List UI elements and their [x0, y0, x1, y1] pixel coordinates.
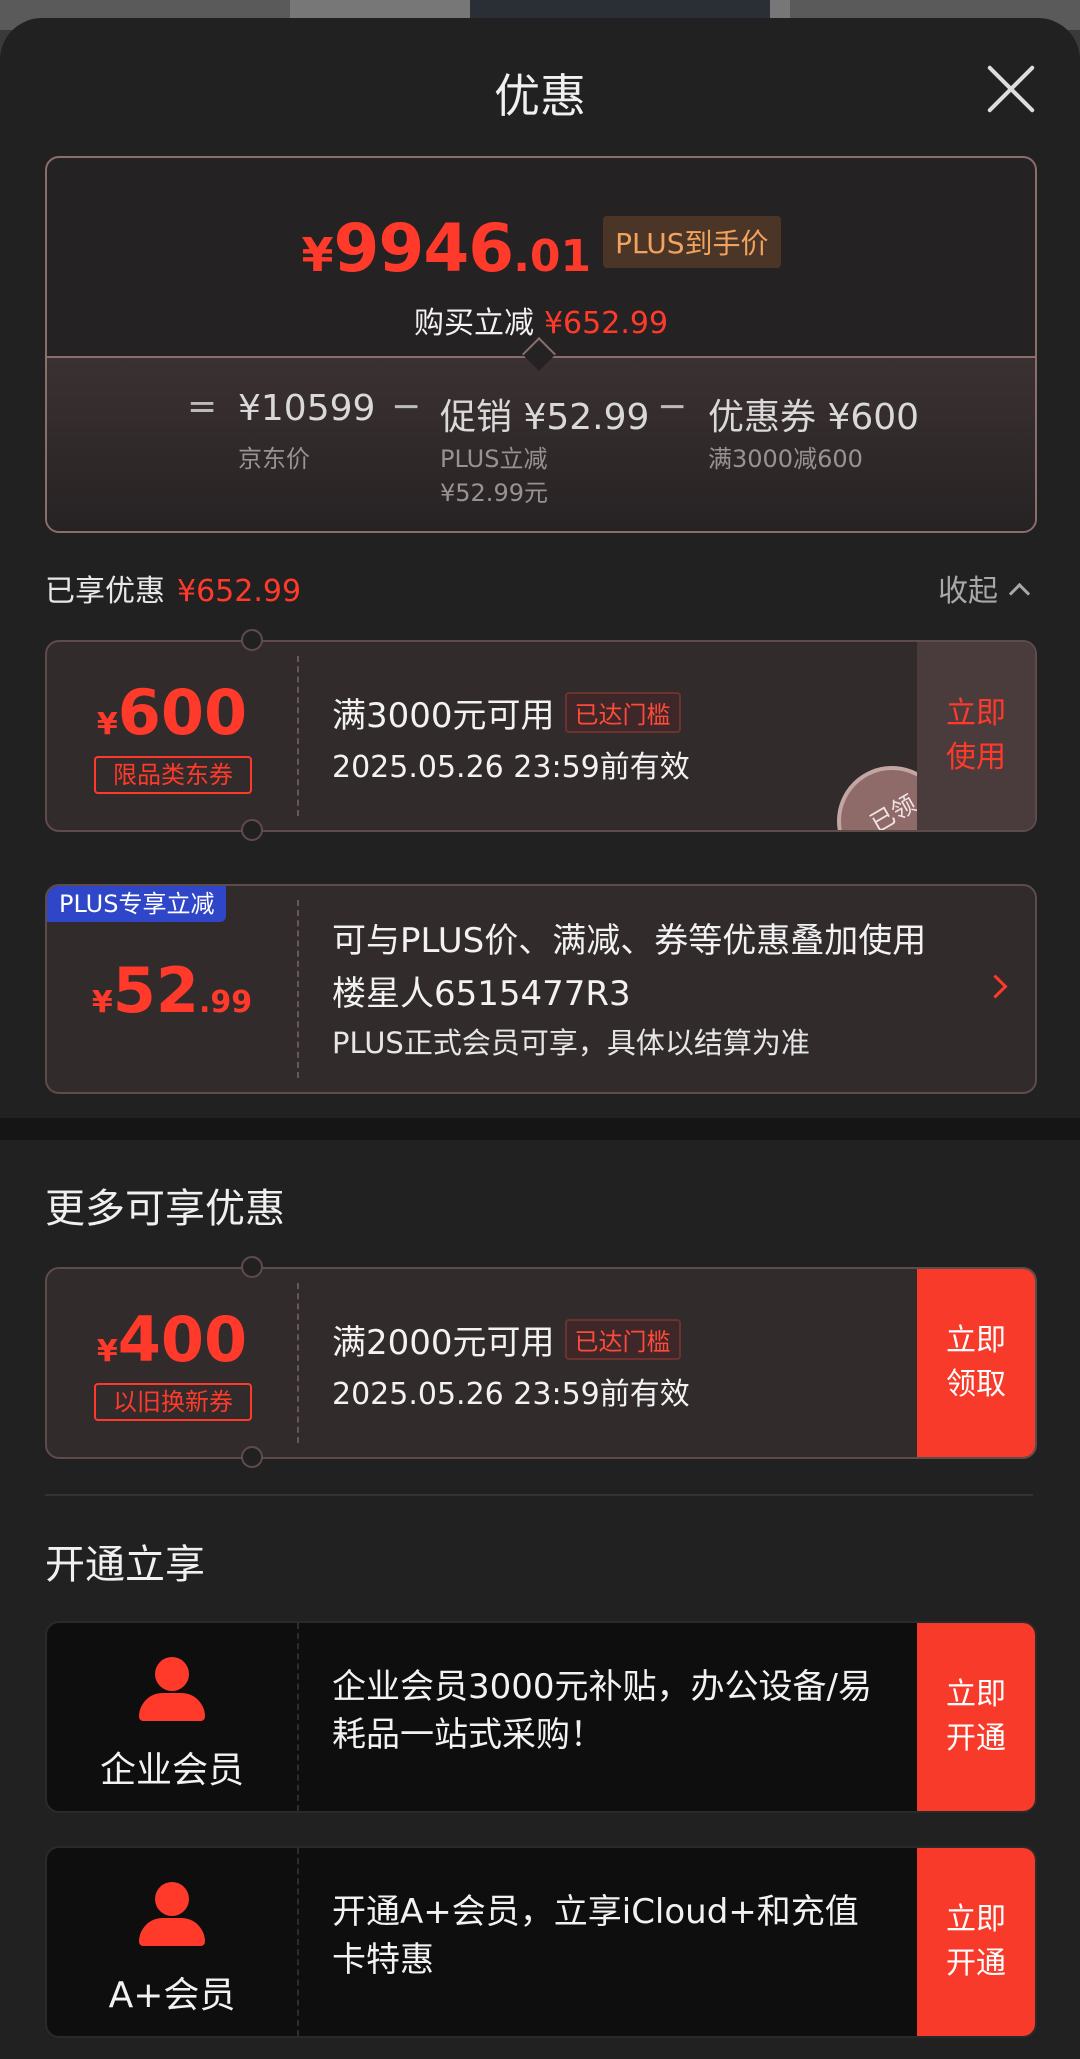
- enterprise-member-card: 企业会员 企业会员3000元补贴，办公设备/易耗品一站式采购！ 立即开通: [45, 1621, 1037, 1813]
- more-offers-heading: 更多可享优惠: [45, 1186, 285, 1232]
- collapse-label: 收起: [938, 574, 998, 609]
- membership-divider: [297, 1623, 299, 1811]
- action-line-1: 立即: [946, 1677, 1006, 1712]
- purchase-reduction: 购买立减 ¥652.99: [47, 298, 1035, 342]
- plus-exclusive-tag: PLUS专享立减: [47, 886, 227, 922]
- person-icon: [139, 1657, 205, 1721]
- coupon-condition: 满3000元可用 已达门槛: [332, 688, 681, 737]
- coupon-value: ¥600: [47, 676, 297, 749]
- coupon-card-600: ¥600 限品类东券 满3000元可用 已达门槛 2025.05.26 23:59…: [45, 640, 1037, 832]
- plus-discount-value: ¥52.99: [47, 954, 297, 1027]
- collapse-button[interactable]: 收起: [938, 566, 1031, 610]
- plus-exclusive-card[interactable]: PLUS专享立减 ¥52.99 可与PLUS价、满减、券等优惠叠加使用 楼星人6…: [45, 884, 1037, 1094]
- price-summary-card: ¥9946.01 PLUS到手价 购买立减 ¥652.99 = ¥10599 京东价…: [45, 156, 1037, 533]
- promo-sub-value: ¥52.99元: [440, 479, 548, 507]
- aplus-member-card: A+会员 开通A+会员，立享iCloud+和充值卡特惠 立即开通: [45, 1846, 1037, 2038]
- ticket-notch: [241, 1446, 263, 1468]
- use-now-button[interactable]: 立即 使用: [917, 642, 1035, 830]
- membership-description: 企业会员3000元补贴，办公设备/易耗品一站式采购！: [332, 1667, 872, 1755]
- plus-stacking-note: 可与PLUS价、满减、券等优惠叠加使用: [332, 921, 927, 961]
- reduction-label: 购买立减: [413, 306, 534, 341]
- membership-name: 企业会员: [99, 1750, 244, 1791]
- threshold-badge: 已达门槛: [564, 1319, 681, 1360]
- minus-sign-1: −: [391, 386, 422, 427]
- final-price: ¥9946.01 PLUS到手价: [47, 210, 1035, 287]
- coupon-validity: 2025.05.26 23:59前有效: [332, 1377, 690, 1412]
- coupon-type: 以旧换新券: [94, 1383, 252, 1421]
- sheet-title: 优惠: [494, 69, 586, 123]
- action-line-2: 使用: [946, 740, 1006, 775]
- price-summary-top: ¥9946.01 PLUS到手价 购买立减 ¥652.99: [47, 158, 1035, 356]
- section-divider: [0, 1118, 1080, 1140]
- action-line-1: 立即: [946, 1902, 1006, 1937]
- open-aplus-button[interactable]: 立即 开通: [917, 1848, 1035, 2036]
- product-image-partial-dark: [470, 0, 770, 18]
- coupon-validity: 2025.05.26 23:59前有效: [332, 750, 690, 785]
- promo-amount: 促销 ¥52.99: [440, 397, 650, 438]
- action-line-2: 开通: [946, 1946, 1006, 1981]
- coupon-currency: ¥: [96, 1334, 118, 1369]
- coupon-amount: 优惠券 ¥600: [708, 397, 920, 438]
- coupon-amount: 400: [117, 1303, 248, 1376]
- membership-divider: [297, 1848, 299, 2036]
- coupon-value: ¥400: [47, 1303, 297, 1376]
- close-icon[interactable]: [985, 63, 1037, 115]
- coupon-amount: 600: [117, 676, 248, 749]
- offers-sheet: 优惠 ¥9946.01 PLUS到手价 购买立减 ¥652.99 = ¥10599 …: [0, 18, 1080, 2059]
- price-integer: 9946: [333, 210, 515, 287]
- section-separator: [45, 1494, 1033, 1496]
- coupon-currency: ¥: [96, 707, 118, 742]
- plus-price-tag: PLUS到手价: [603, 216, 781, 268]
- promo-sub-label: PLUS立减: [440, 445, 548, 473]
- ticket-notch: [241, 1256, 263, 1278]
- open-membership-heading: 开通立享: [45, 1542, 205, 1588]
- open-enterprise-button[interactable]: 立即 开通: [917, 1623, 1035, 1811]
- chevron-up-icon: [1008, 582, 1031, 605]
- action-line-2: 领取: [946, 1367, 1006, 1402]
- equals-sign: =: [187, 386, 218, 427]
- price-decimal: .01: [513, 231, 592, 282]
- ticket-notch: [241, 629, 263, 651]
- claim-now-button[interactable]: 立即 领取: [917, 1269, 1035, 1457]
- membership-name: A+会员: [108, 1975, 236, 2016]
- enjoyed-label: 已享优惠: [45, 574, 165, 609]
- coupon-condition: 满2000元可用 已达门槛: [332, 1315, 681, 1364]
- membership-description: 开通A+会员，立享iCloud+和充值卡特惠: [332, 1892, 859, 1980]
- enjoyed-value: ¥652.99: [177, 574, 302, 609]
- plus-decimal: .99: [199, 985, 253, 1020]
- coupon-condition-text: 满3000元可用: [332, 696, 555, 736]
- coupon-type: 限品类东券: [94, 756, 252, 794]
- jd-price: ¥10599: [238, 388, 376, 429]
- coupon-card-400: ¥400 以旧换新券 满2000元可用 已达门槛 2025.05.26 23:59…: [45, 1267, 1037, 1459]
- price-currency: ¥: [301, 228, 334, 282]
- plus-member-note: PLUS正式会员可享，具体以结算为准: [332, 1026, 810, 1060]
- coupon-condition-text: 满2000元可用: [332, 1323, 555, 1363]
- coupon-divider: [297, 1283, 299, 1443]
- coupon-condition: 满3000减600: [708, 445, 863, 473]
- person-icon: [139, 1882, 205, 1946]
- plus-currency: ¥: [91, 985, 113, 1020]
- action-line-1: 立即: [946, 1323, 1006, 1358]
- plus-amount: 52: [112, 954, 199, 1027]
- plus-watermark-text: 楼星人6515477R3: [332, 974, 631, 1014]
- minus-sign-2: −: [657, 386, 688, 427]
- enjoyed-discount: 已享优惠 ¥652.99: [45, 566, 301, 610]
- threshold-badge: 已达门槛: [564, 692, 681, 733]
- plus-divider: [297, 900, 299, 1078]
- action-line-1: 立即: [946, 696, 1006, 731]
- reduction-value: ¥652.99: [543, 306, 669, 341]
- ticket-notch: [241, 819, 263, 841]
- action-line-2: 开通: [946, 1721, 1006, 1756]
- chevron-right-icon[interactable]: [983, 974, 1008, 999]
- jd-price-label: 京东价: [238, 445, 310, 473]
- coupon-divider: [297, 656, 299, 816]
